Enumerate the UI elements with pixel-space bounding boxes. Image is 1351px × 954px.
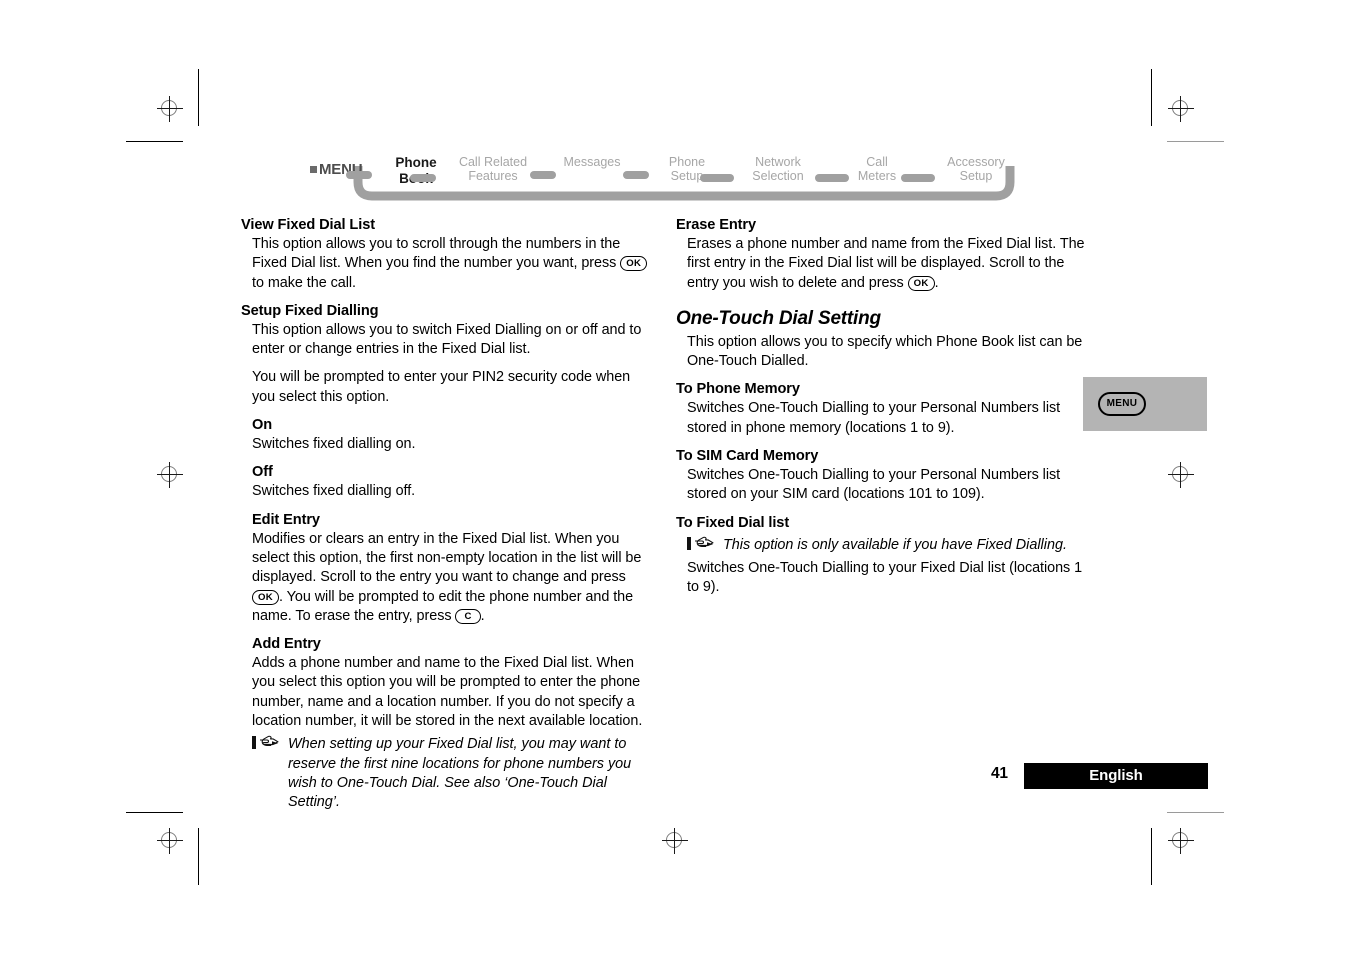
para-to-phone-memory: Switches One-Touch Dialling to your Pers… [687, 400, 1061, 436]
para-text-a: This option allows you to scroll through… [252, 236, 621, 272]
breadcrumb-item-line1: Accessory [947, 155, 1005, 169]
breadcrumb-item-line2: Selection [752, 169, 804, 183]
crop-line-top-left-vertical [198, 69, 199, 126]
heading-to-phone-memory: To Phone Memory [676, 381, 800, 398]
heading-on: On [252, 417, 273, 434]
breadcrumb-arrow-6 [901, 174, 935, 182]
para-on: Switches fixed dialling on. [252, 436, 416, 453]
breadcrumb-item-call-related-features[interactable]: Call Related Features [443, 155, 543, 183]
breadcrumb-item-line1: Phone [395, 155, 437, 170]
heading-edit-entry: Edit Entry [252, 511, 320, 528]
note-text: When setting up your Fixed Dial list, yo… [288, 736, 632, 811]
breadcrumb-item-messages[interactable]: Messages [556, 155, 628, 169]
registration-mark-middle-left [157, 462, 183, 488]
breadcrumb-arrow-2 [530, 171, 556, 179]
crop-line-bottom-left-horizontal [126, 812, 183, 813]
breadcrumb-item-line1: Messages [563, 155, 621, 169]
language-bar: English [1024, 763, 1208, 789]
registration-mark-top-left [157, 96, 183, 122]
para-setup-fixed-dialling-2: You will be prompted to enter your PIN2 … [252, 369, 631, 405]
para-to-sim-card-memory: Switches One-Touch Dialling to your Pers… [687, 467, 1061, 503]
para-setup-fixed-dialling-1: This option allows you to switch Fixed D… [252, 321, 642, 358]
para-edit-entry: Modifies or clears an entry in the Fixed… [252, 530, 651, 626]
menu-key-glyph[interactable]: MENU [1098, 392, 1146, 416]
right-text-column: Erase Entry Erases a phone number and na… [676, 216, 1086, 607]
crop-line-bottom-right-vertical [1151, 828, 1152, 885]
heading-off: Off [252, 464, 273, 481]
registration-mark-middle-right [1168, 462, 1194, 488]
heading-setup-fixed-dialling: Setup Fixed Dialling [241, 302, 379, 319]
heading-erase-entry: Erase Entry [676, 217, 757, 233]
menu-key-callout: MENU [1083, 377, 1207, 431]
breadcrumb-arrow-0 [346, 171, 372, 179]
breadcrumb-item-line1: Network [755, 155, 801, 169]
para-off: Switches fixed dialling off. [252, 483, 416, 500]
pointing-hand-glyph [252, 736, 279, 750]
breadcrumb-item-call-meters[interactable]: Call Meters [848, 155, 906, 183]
menu-breadcrumb-flow: MENU Phone Book Call Related Features Me… [296, 152, 1016, 204]
crop-line-top-right-vertical [1151, 69, 1152, 126]
ok-key-glyph: OK [620, 256, 648, 272]
pointing-hand-glyph [687, 536, 714, 550]
breadcrumb-item-line1: Phone [668, 155, 706, 169]
para-text-b: to make the call. [252, 274, 356, 291]
pointing-hand-icon [252, 735, 286, 754]
para-text-a: Modifies or clears an entry in the Fixed… [252, 530, 642, 586]
para-view-fixed-dial-list: This option allows you to scroll through… [252, 235, 651, 293]
breadcrumb-arrow-1 [410, 174, 436, 182]
note-add-entry: When setting up your Fixed Dial list, yo… [252, 735, 651, 812]
note-to-fixed-dial-list: This option is only available if you hav… [687, 536, 1086, 555]
para-text-a: Erases a phone number and name from the … [687, 236, 1085, 291]
crop-line-bottom-right-horizontal [1167, 812, 1224, 813]
ok-key-glyph: OK [907, 275, 935, 291]
crop-line-top-right-horizontal [1167, 141, 1224, 142]
breadcrumb-item-line2: Meters [857, 169, 897, 183]
clear-key-glyph: C [455, 608, 481, 624]
heading-to-sim-card-memory: To SIM Card Memory [676, 448, 819, 465]
breadcrumb-item-accessory-setup[interactable]: Accessory Setup [934, 155, 1018, 183]
left-text-column: View Fixed Dial List This option allows … [241, 216, 651, 822]
registration-mark-top-right [1168, 96, 1194, 122]
breadcrumb-arrow-5 [815, 174, 849, 182]
para-add-entry: Adds a phone number and name to the Fixe… [252, 655, 643, 730]
ok-key-glyph: OK [252, 589, 279, 605]
heading-add-entry: Add Entry [252, 636, 321, 653]
para-erase-entry: Erases a phone number and name from the … [687, 235, 1086, 293]
breadcrumb-item-line1: Call [866, 155, 888, 169]
crop-line-bottom-left-vertical [198, 828, 199, 885]
heading-one-touch-dial-setting: One-Touch Dial Setting [676, 307, 881, 329]
pointing-hand-icon [687, 536, 721, 555]
breadcrumb-item-line2: Features [468, 169, 518, 183]
menu-square-icon [310, 165, 317, 173]
para-one-touch-dial-setting: This option allows you to specify which … [687, 333, 1083, 370]
registration-mark-bottom-center [662, 828, 688, 854]
crop-line-top-left-horizontal [126, 141, 183, 142]
para-text-b: . You will be prompted to edit the phone… [252, 588, 634, 624]
breadcrumb-item-line2: Setup [959, 169, 993, 183]
breadcrumb-item-phone-book[interactable]: Phone Book [380, 155, 452, 187]
para-text-b: . [934, 274, 939, 291]
breadcrumb-arrow-4 [700, 174, 734, 182]
para-text-c: . [480, 607, 485, 624]
registration-mark-bottom-right [1168, 828, 1194, 854]
breadcrumb-item-network-selection[interactable]: Network Selection [736, 155, 820, 183]
breadcrumb-item-line1: Call Related [458, 155, 528, 169]
page-number: 41 [991, 765, 1008, 782]
registration-mark-bottom-left [157, 828, 183, 854]
heading-view-fixed-dial-list: View Fixed Dial List [241, 217, 375, 233]
para-to-fixed-dial-list: Switches One-Touch Dialling to your Fixe… [687, 559, 1083, 596]
note-text: This option is only available if you hav… [723, 536, 1067, 553]
breadcrumb-arrow-3 [623, 171, 649, 179]
heading-to-fixed-dial-list: To Fixed Dial list [676, 514, 790, 531]
language-label: English [1089, 767, 1143, 784]
